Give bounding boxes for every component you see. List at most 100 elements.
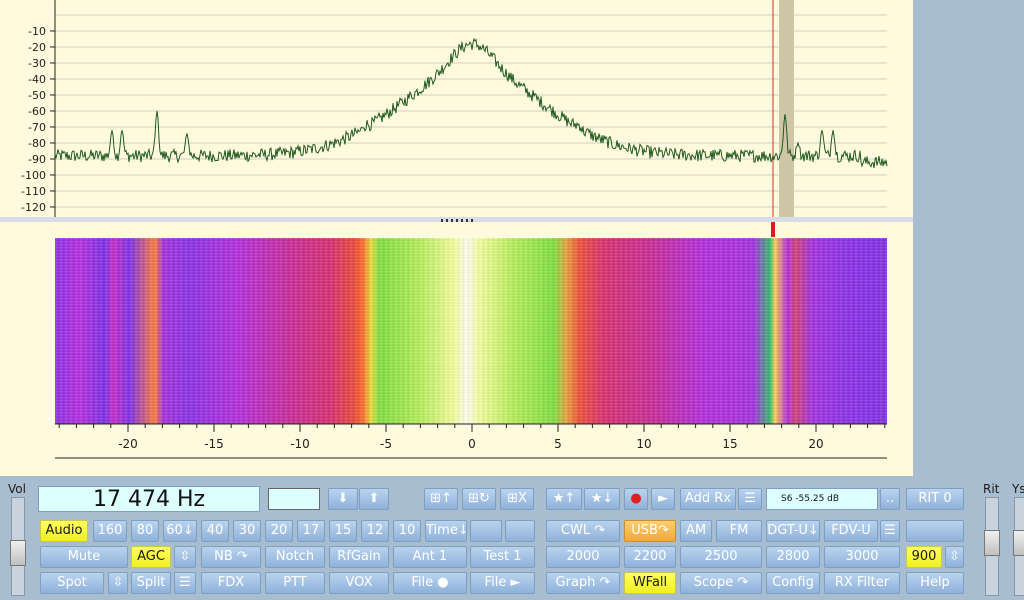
- db-tick-label: -10: [28, 25, 46, 38]
- filter-2200-button[interactable]: 2200: [624, 546, 676, 568]
- spot-button[interactable]: Spot: [40, 572, 104, 594]
- vol-label: Vol: [8, 482, 26, 496]
- agc-slider-button[interactable]: ⇳: [174, 546, 196, 568]
- mode-usb-button[interactable]: USB↷: [624, 520, 676, 542]
- arrow-up-icon: ⬆: [368, 491, 380, 506]
- filter-900-button[interactable]: 900: [906, 546, 942, 568]
- mute-button[interactable]: Mute: [40, 546, 128, 568]
- nb-button[interactable]: NB ↷: [201, 546, 261, 568]
- db-tick-label: -80: [28, 137, 46, 150]
- wfall-button[interactable]: WFall: [624, 572, 676, 594]
- rfgain-button[interactable]: RfGain: [329, 546, 389, 568]
- mode-list-button[interactable]: ☰: [880, 520, 900, 542]
- star-down-button[interactable]: ★↓: [584, 488, 620, 510]
- band-40-button[interactable]: 40: [201, 520, 229, 542]
- frequency-display[interactable]: 17 474 Hz: [38, 486, 260, 512]
- frequency-tick-label: -10: [290, 437, 310, 451]
- band-12-button[interactable]: 12: [361, 520, 389, 542]
- band-60-button[interactable]: 60↓: [163, 520, 197, 542]
- ant-1-button[interactable]: Ant 1: [393, 546, 467, 568]
- spectrum-area[interactable]: -10 -20 -30 -40 -50 -60 -70 -80 -90 -100 -110 -120 …: [0, 0, 913, 476]
- play-button[interactable]: ►: [651, 488, 675, 510]
- mode-am-button[interactable]: AM: [680, 520, 712, 542]
- time-button[interactable]: Time↓: [425, 520, 467, 542]
- band-17-button[interactable]: 17: [297, 520, 325, 542]
- memory-swap-button[interactable]: ⊞↻: [462, 488, 496, 510]
- file-record-button[interactable]: File ●: [393, 572, 467, 594]
- frequency-tick-label: 15: [722, 437, 738, 451]
- frequency-tick-label: -5: [380, 437, 392, 451]
- up-arrow-button[interactable]: ⬆: [359, 488, 389, 510]
- more-button[interactable]: ..: [880, 488, 900, 510]
- vox-button[interactable]: VOX: [329, 572, 389, 594]
- db-tick-label: -100: [21, 169, 46, 182]
- memory-clear-button[interactable]: ⊞X: [500, 488, 534, 510]
- band-15-button[interactable]: 15: [329, 520, 357, 542]
- spectrum-graph[interactable]: -10 -20 -30 -40 -50 -60 -70 -80 -90 -100 -110 -120: [0, 0, 913, 222]
- s-meter-text: S6 -55.25 dB: [781, 494, 840, 504]
- divider-grip-icon[interactable]: [440, 217, 476, 223]
- rit-slider-knob[interactable]: [984, 530, 1000, 556]
- fdx-button[interactable]: FDX: [201, 572, 261, 594]
- add-rx-button[interactable]: Add Rx: [680, 488, 736, 510]
- audio-button[interactable]: Audio: [40, 520, 88, 542]
- notch-button[interactable]: Notch: [265, 546, 325, 568]
- filter-2000-button[interactable]: 2000: [546, 546, 620, 568]
- db-tick-label: -110: [21, 185, 46, 198]
- agc-button[interactable]: AGC: [131, 546, 171, 568]
- mode-cwl-button[interactable]: CWL ↷: [546, 520, 620, 542]
- rx-marker-tab[interactable]: [771, 222, 775, 237]
- record-button[interactable]: ●: [624, 488, 648, 510]
- db-tick-label: -50: [28, 89, 46, 102]
- split-list-button[interactable]: ☰: [174, 572, 196, 594]
- ys-label: Ys: [1012, 482, 1024, 496]
- vol-slider-knob[interactable]: [10, 540, 26, 566]
- test-1-button[interactable]: Test 1: [470, 546, 535, 568]
- help-button[interactable]: Help: [906, 572, 964, 594]
- ptt-button[interactable]: PTT: [265, 572, 325, 594]
- file-play-button[interactable]: File ►: [470, 572, 535, 594]
- band-10-button[interactable]: 10: [393, 520, 421, 542]
- rx-filter-button[interactable]: RX Filter: [824, 572, 900, 594]
- blank-button-3[interactable]: [906, 520, 964, 542]
- band-80-button[interactable]: 80: [131, 520, 159, 542]
- rx-passband[interactable]: [779, 0, 794, 217]
- blank-button-1[interactable]: [470, 520, 502, 542]
- filter-3000-button[interactable]: 3000: [824, 546, 900, 568]
- mode-fm-button[interactable]: FM: [716, 520, 762, 542]
- aux-input[interactable]: [268, 488, 320, 510]
- band-30-button[interactable]: 30: [233, 520, 261, 542]
- band-20-button[interactable]: 20: [265, 520, 293, 542]
- config-button[interactable]: Config: [766, 572, 820, 594]
- slider-icon: ⇳: [179, 549, 191, 564]
- filter-2800-button[interactable]: 2800: [766, 546, 820, 568]
- waterfall[interactable]: [55, 238, 887, 424]
- scope-button[interactable]: Scope ↷: [680, 572, 762, 594]
- filter-2500-button[interactable]: 2500: [680, 546, 762, 568]
- db-tick-label: -90: [28, 153, 46, 166]
- list-icon: ☰: [884, 523, 896, 538]
- blank-button-2[interactable]: [505, 520, 535, 542]
- split-button[interactable]: Split: [131, 572, 171, 594]
- db-tick-label: -120: [21, 201, 46, 214]
- mode-dgt-u-button[interactable]: DGT-U↓: [766, 520, 820, 542]
- ys-slider-knob[interactable]: [1013, 530, 1024, 556]
- down-arrow-button[interactable]: ⬇: [328, 488, 358, 510]
- rx-list-button[interactable]: ☰: [738, 488, 762, 510]
- star-up-button[interactable]: ★↑: [546, 488, 582, 510]
- filter-slider-button[interactable]: ⇳: [945, 546, 964, 568]
- frequency-tick-label: 5: [554, 437, 562, 451]
- band-160-button[interactable]: 160: [93, 520, 127, 542]
- mode-fdv-u-button[interactable]: FDV-U: [824, 520, 878, 542]
- record-icon: ●: [630, 491, 642, 506]
- s-meter: S6 -55.25 dB: [766, 488, 878, 510]
- frequency-tick-label: -15: [204, 437, 224, 451]
- rit-zero-button[interactable]: RIT 0: [906, 488, 964, 510]
- db-tick-label: -40: [28, 73, 46, 86]
- frequency-tick-label: -20: [118, 437, 138, 451]
- frequency-tick-label: 10: [636, 437, 652, 451]
- memory-clear-icon: ⊞X: [507, 491, 527, 506]
- graph-button[interactable]: Graph ↷: [546, 572, 620, 594]
- spot-slider-button[interactable]: ⇳: [108, 572, 128, 594]
- memory-up-button[interactable]: ⊞↑: [424, 488, 458, 510]
